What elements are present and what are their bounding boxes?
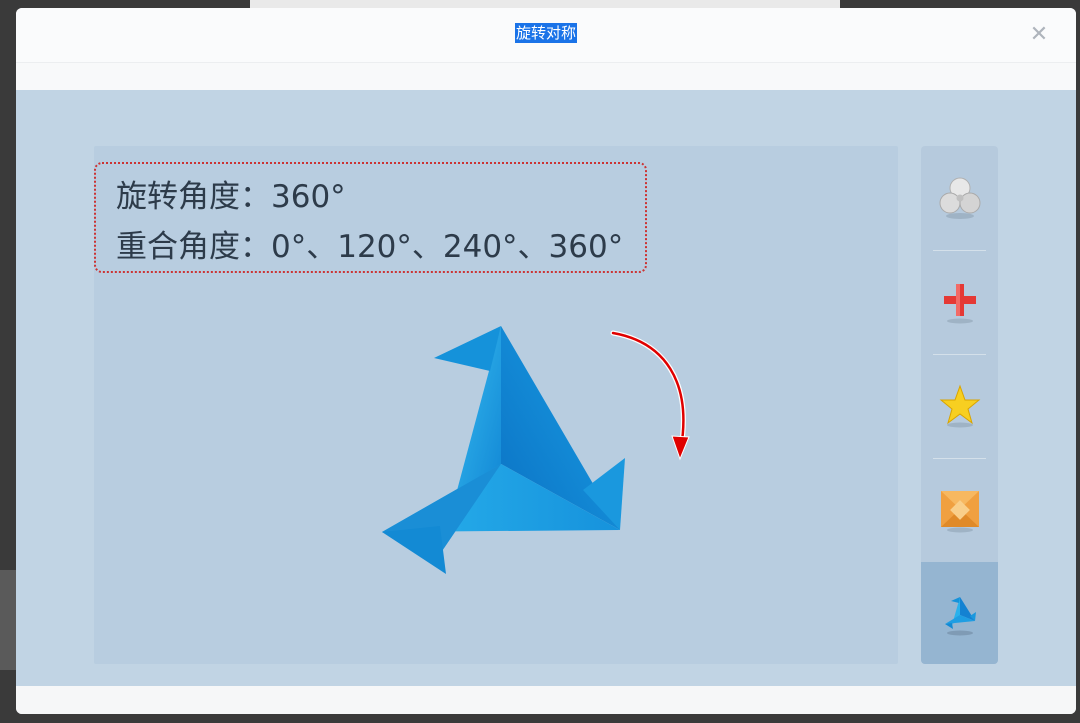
paper-crane-icon (944, 597, 976, 636)
rotation-stage: 旋转角度：360° 重合角度：0°、120°、240°、360° (94, 146, 898, 664)
shape-tip-left (382, 526, 446, 574)
shape-selector-sidebar (921, 146, 998, 664)
background-window-edge (0, 570, 16, 670)
dialog-titlebar: 旋转对称 ✕ (16, 8, 1076, 62)
dialog-content: 旋转角度：360° 重合角度：0°、120°、240°、360° (16, 90, 1076, 686)
rotation-symmetry-dialog: 旋转对称 ✕ 旋转角度：360° 重合角度：0°、120°、240°、360° (16, 8, 1076, 714)
sidebar-item-pinwheel[interactable] (921, 458, 998, 562)
star-icon (939, 384, 980, 428)
background-window (250, 0, 840, 8)
rotating-shape-canvas (382, 326, 690, 574)
close-icon[interactable]: ✕ (1026, 22, 1052, 48)
fan-icon (939, 177, 980, 219)
pinwheel-icon (940, 491, 979, 533)
paper-crane-shape (382, 326, 625, 574)
shape-tip-top (434, 326, 501, 371)
dialog-footer (16, 686, 1076, 714)
dialog-toolbar (16, 62, 1076, 91)
sidebar-item-cross[interactable] (921, 250, 998, 354)
plus-icon (943, 284, 976, 324)
sidebar-item-fan[interactable] (921, 146, 998, 250)
rotation-arrow (610, 330, 690, 461)
sidebar-item-paper-crane[interactable] (921, 562, 998, 664)
sidebar-item-star[interactable] (921, 354, 998, 458)
dialog-title-text: 旋转对称 (514, 23, 577, 43)
dialog-title: 旋转对称 (16, 22, 1076, 44)
